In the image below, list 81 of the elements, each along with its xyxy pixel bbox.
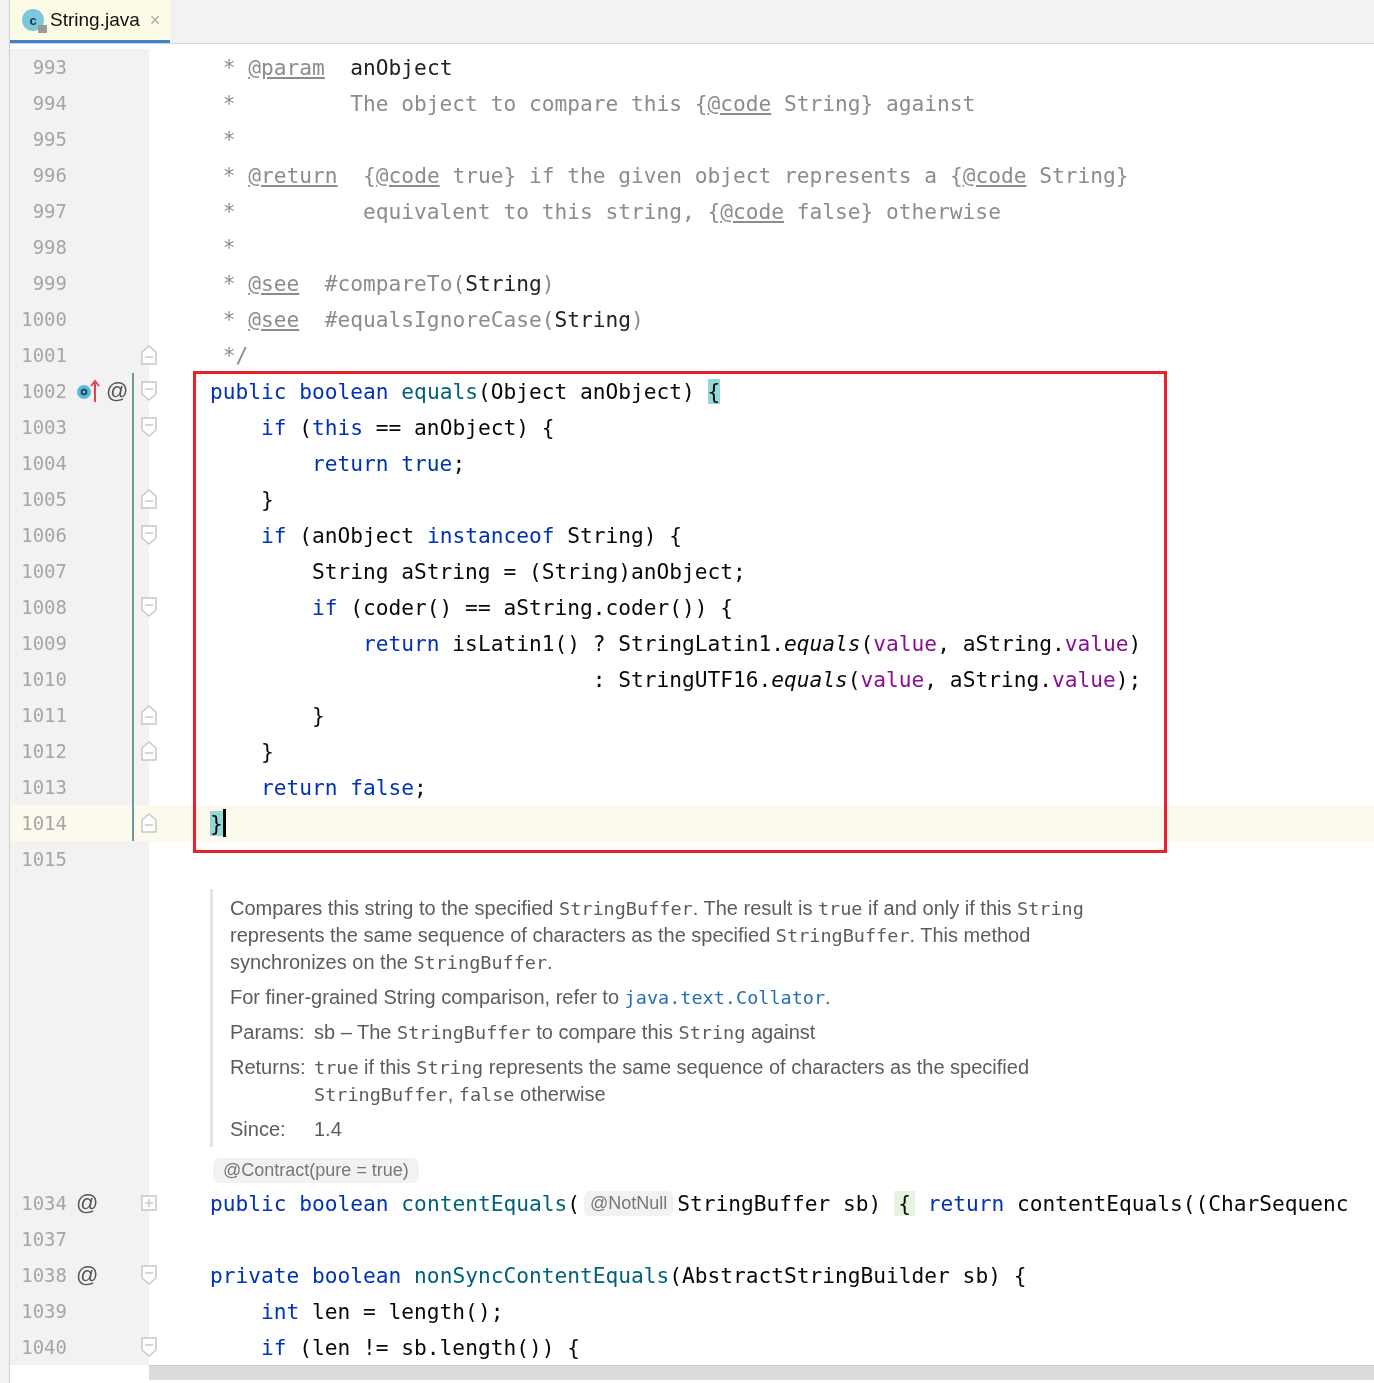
- line-number: 997: [31, 200, 67, 222]
- code-line: public boolean contentEquals( @NotNull StringBuffer sb) { return contentEquals((CharSequenc: [209, 1189, 1350, 1218]
- line-number: 1037: [20, 1228, 67, 1250]
- unfold-icon[interactable]: [141, 813, 157, 833]
- fold-icon[interactable]: [141, 417, 157, 437]
- line-number: 1040: [20, 1336, 67, 1358]
- line-number: 1034: [20, 1192, 67, 1214]
- fold-icon[interactable]: [141, 597, 157, 617]
- doc-field-value: sb – The StringBuffer to compare this String against: [314, 1020, 817, 1045]
- override-icon[interactable]: [76, 379, 100, 403]
- line-number: 1003: [20, 416, 67, 438]
- line-number: 996: [31, 164, 67, 186]
- code-line: : StringUTF16.equals(value, aString.value);: [591, 665, 1143, 694]
- horizontal-scrollbar[interactable]: [149, 1365, 1374, 1380]
- expand-icon[interactable]: [141, 1195, 157, 1211]
- code-line: *: [221, 233, 237, 262]
- line-number: 994: [31, 92, 67, 114]
- line-number: 1000: [20, 308, 67, 330]
- line-number: 999: [31, 272, 67, 294]
- line-number: 1002: [20, 380, 67, 402]
- unfold-icon[interactable]: [141, 741, 157, 761]
- line-number: 1039: [20, 1300, 67, 1322]
- code-line: if (this == anObject) {: [260, 413, 556, 442]
- unfold-icon[interactable]: [141, 489, 157, 509]
- line-number: 1008: [20, 596, 67, 618]
- code-line: * @return {@code true} if the given object represents a {@code String}: [221, 161, 1130, 190]
- line-number: 1001: [20, 344, 67, 366]
- doc-field-label: Returns:: [230, 1055, 307, 1080]
- doc-field-label: Since:: [230, 1117, 287, 1142]
- line-number: 1004: [20, 452, 67, 474]
- fold-icon[interactable]: [141, 525, 157, 545]
- annotation-marker[interactable]: @: [106, 378, 129, 404]
- code-line: return false;: [260, 773, 428, 802]
- doc-field-value: 1.4: [314, 1117, 343, 1142]
- unfold-icon[interactable]: [141, 705, 157, 725]
- code-line: */: [221, 341, 250, 370]
- line-number: 1013: [20, 776, 67, 798]
- code-line: * @see #equalsIgnoreCase(String): [221, 305, 645, 334]
- code-line: return isLatin1() ? StringLatin1.equals(value, aString.value): [362, 629, 1143, 658]
- line-number: 1006: [20, 524, 67, 546]
- code-line: * @see #compareTo(String): [221, 269, 556, 298]
- code-line: }: [260, 485, 275, 514]
- annotation-marker[interactable]: @: [76, 1190, 99, 1216]
- doc-field-label: Params:: [230, 1020, 306, 1045]
- code-line: if (coder() == aString.coder()) {: [311, 593, 734, 622]
- code-line: *: [221, 125, 237, 154]
- doc-paragraph: For finer-grained String comparison, refer to java.text.Collator.: [230, 985, 832, 1010]
- unfold-icon[interactable]: [141, 345, 157, 365]
- code-line: private boolean nonSyncContentEquals(AbstractStringBuilder sb) {: [209, 1261, 1028, 1290]
- code-line: * The object to compare this {@code String} against: [221, 89, 977, 118]
- fold-icon[interactable]: [141, 1265, 157, 1285]
- line-number: 1011: [20, 704, 67, 726]
- fold-icon[interactable]: [141, 381, 157, 401]
- line-number: 1015: [20, 848, 67, 870]
- line-number: 1005: [20, 488, 67, 510]
- line-number: 1012: [20, 740, 67, 762]
- doc-field-value: true if this String represents the same sequence of characters as the specified StringBuffer, false otherwise: [314, 1055, 1031, 1107]
- line-number: 995: [31, 128, 67, 150]
- doc-link[interactable]: java.text.Collator: [624, 987, 826, 1008]
- code-line: }: [260, 737, 275, 766]
- inlay-hint: @Contract(pure = true): [213, 1157, 419, 1183]
- doc-paragraph: Compares this string to the specified StringBuffer. The result is true if and only if this String represents the same sequence of characters as the specified StringBuffer. This method synchronizes on the StringBuffer.: [230, 896, 1085, 975]
- code-line: * @param anObject: [221, 53, 454, 82]
- code-line: String aString = (String)anObject;: [311, 557, 747, 586]
- line-number: 998: [31, 236, 67, 258]
- fold-icon[interactable]: [141, 1337, 157, 1357]
- line-number: 1014: [20, 812, 67, 834]
- code-line: int len = length();: [260, 1297, 505, 1326]
- line-number: 1007: [20, 560, 67, 582]
- code-line: if (anObject instanceof String) {: [260, 521, 683, 550]
- line-number: 1010: [20, 668, 67, 690]
- annotation-marker[interactable]: @: [76, 1262, 99, 1288]
- line-number: 1009: [20, 632, 67, 654]
- code-line: if (len != sb.length()) {: [260, 1333, 581, 1362]
- code-line: }: [311, 701, 326, 730]
- class-icon: c: [22, 9, 44, 31]
- file-tab[interactable]: c String.java ×: [10, 0, 171, 43]
- line-number: 993: [31, 56, 67, 78]
- code-line: * equivalent to this string, {@code false} otherwise: [221, 197, 1002, 226]
- line-number: 1038: [20, 1264, 67, 1286]
- code-line: return true;: [311, 449, 467, 478]
